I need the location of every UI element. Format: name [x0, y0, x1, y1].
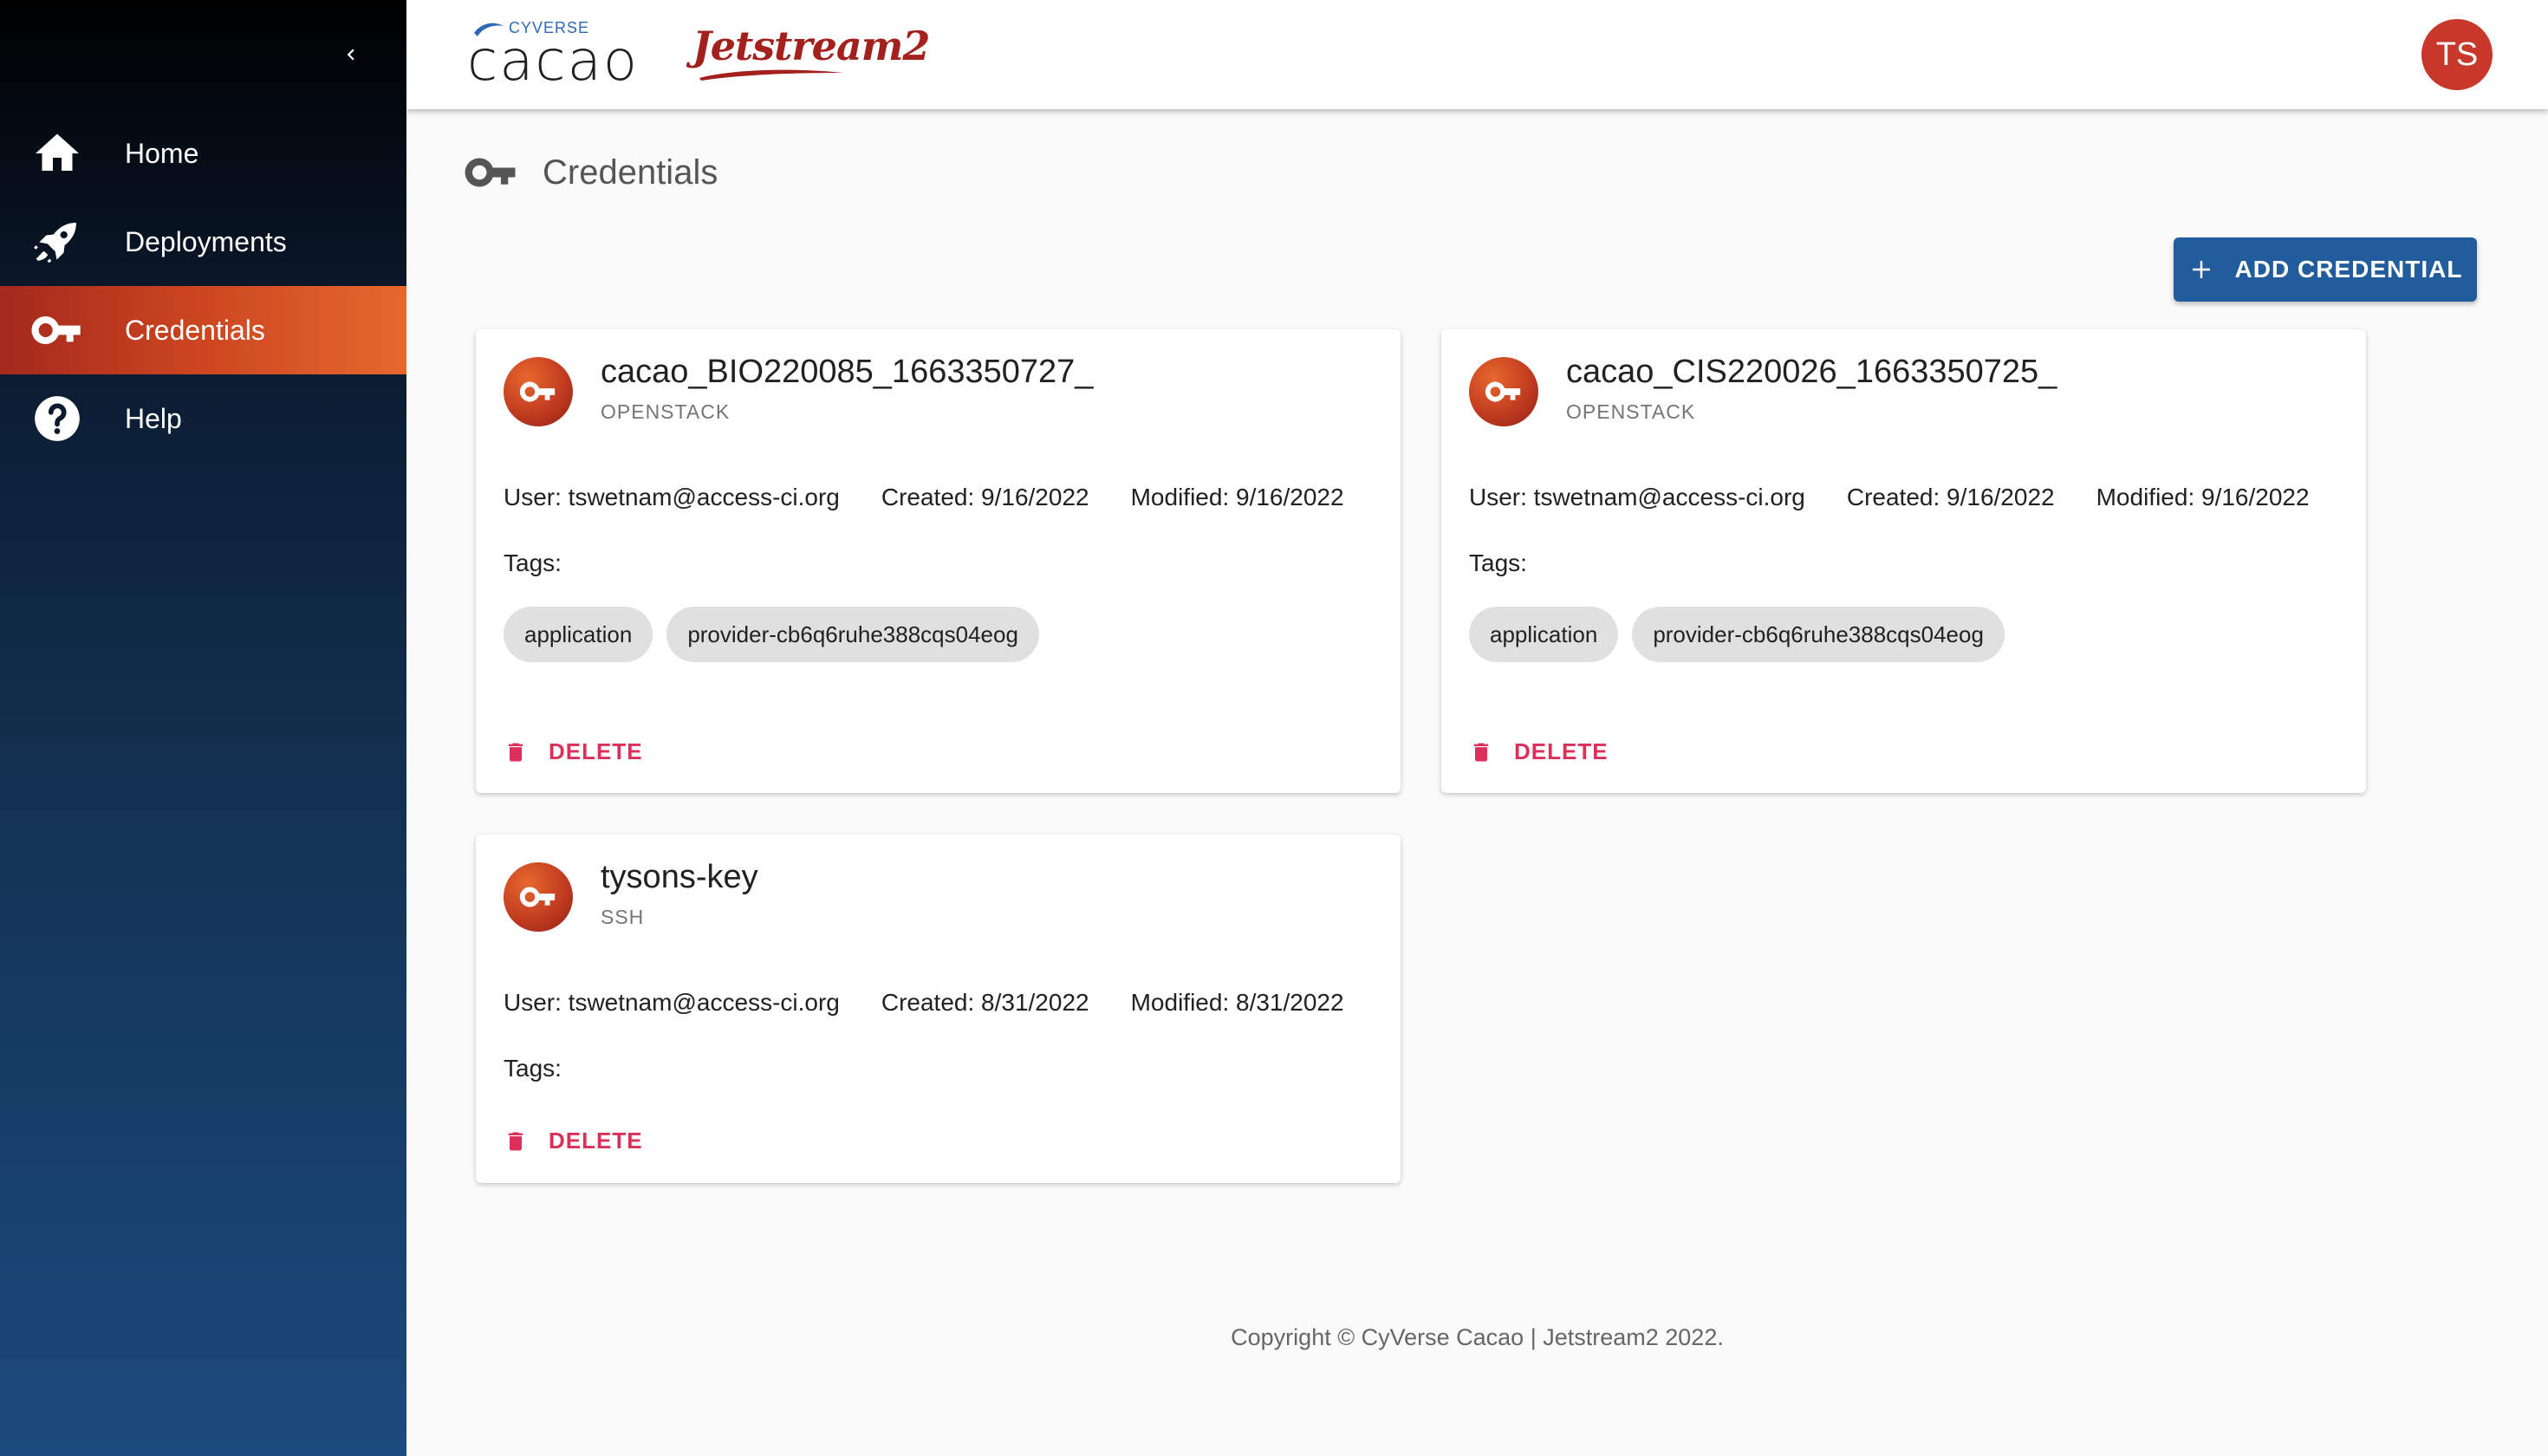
add-credential-button[interactable]: ADD CREDENTIAL	[2174, 237, 2477, 302]
tag-chip[interactable]: provider-cb6q6ruhe388cqs04eog	[1632, 607, 2005, 662]
jetstream-swoosh-icon	[699, 69, 843, 81]
credential-modified: Modified: 9/16/2022	[1130, 484, 1344, 510]
page-title: Credentials	[543, 153, 718, 192]
tag-list: application provider-cb6q6ruhe388cqs04eo…	[504, 607, 1053, 662]
credential-name: cacao_BIO220085_1663350727_	[601, 354, 1094, 390]
cacao-logo[interactable]: CYVERSE cacao	[467, 17, 640, 94]
credential-card: cacao_BIO220085_1663350727_ OPENSTACK Us…	[476, 329, 1401, 793]
delete-button[interactable]: DELETE	[497, 731, 650, 772]
sidebar-item-label: Credentials	[125, 314, 265, 346]
sidebar-item-home[interactable]: Home	[0, 109, 406, 198]
cacao-wordmark: cacao	[467, 29, 639, 94]
rocket-icon	[29, 214, 85, 270]
delete-button[interactable]: DELETE	[1462, 731, 1615, 772]
home-icon	[29, 126, 85, 181]
trash-icon	[1469, 739, 1493, 765]
add-credential-label: ADD CREDENTIAL	[2234, 256, 2463, 283]
sidebar-item-label: Help	[125, 402, 182, 434]
tag-list: application provider-cb6q6ruhe388cqs04eo…	[1469, 607, 2018, 662]
sidebar-nav: Home Deployments Credentials Help	[0, 109, 406, 463]
tag-chip[interactable]: provider-cb6q6ruhe388cqs04eog	[666, 607, 1039, 662]
credential-user: User: tswetnam@access-ci.org	[1469, 484, 1805, 510]
top-header: CYVERSE cacao Jetstream2 TS	[406, 0, 2548, 109]
credential-name: tysons-key	[601, 859, 758, 895]
user-avatar[interactable]: TS	[2421, 19, 2493, 90]
credential-name: cacao_CIS220026_1663350725_	[1566, 354, 2057, 390]
credential-created: Created: 9/16/2022	[1846, 484, 2055, 510]
plus-icon	[2188, 257, 2214, 283]
credential-type: OPENSTACK	[601, 400, 731, 423]
credential-card: tysons-key SSH User: tswetnam@access-ci.…	[476, 835, 1401, 1183]
page-header: Credentials	[463, 144, 718, 201]
delete-label: DELETE	[549, 1128, 643, 1154]
key-icon	[465, 158, 516, 187]
trash-icon	[504, 1128, 528, 1154]
credential-user: User: tswetnam@access-ci.org	[504, 484, 840, 510]
sidebar-item-credentials[interactable]: Credentials	[0, 286, 406, 374]
credential-meta: User: tswetnam@access-ci.org Created: 8/…	[504, 989, 1344, 1017]
sidebar-item-help[interactable]: Help	[0, 374, 406, 463]
sidebar-item-deployments[interactable]: Deployments	[0, 198, 406, 286]
sidebar: Home Deployments Credentials Help	[0, 0, 406, 1456]
credential-modified: Modified: 8/31/2022	[1130, 989, 1344, 1016]
credential-card: cacao_CIS220026_1663350725_ OPENSTACK Us…	[1441, 329, 2366, 793]
credential-modified: Modified: 9/16/2022	[2096, 484, 2310, 510]
sidebar-item-label: Home	[125, 137, 199, 169]
delete-label: DELETE	[1514, 738, 1609, 764]
chevron-left-icon	[347, 49, 354, 61]
key-icon	[504, 862, 573, 932]
jetstream-wordmark: Jetstream2	[692, 23, 930, 69]
credential-created: Created: 8/31/2022	[881, 989, 1089, 1016]
trash-icon	[504, 739, 528, 765]
tags-label: Tags:	[504, 549, 562, 576]
key-icon	[504, 357, 573, 426]
key-icon	[29, 302, 85, 358]
tags-label: Tags:	[1469, 549, 1527, 576]
footer-copyright: Copyright © CyVerse Cacao | Jetstream2 2…	[1231, 1324, 1724, 1350]
credential-meta: User: tswetnam@access-ci.org Created: 9/…	[1469, 484, 2310, 511]
credential-created: Created: 9/16/2022	[881, 484, 1089, 510]
credential-type: SSH	[601, 906, 645, 928]
tags-label: Tags:	[504, 1055, 562, 1082]
delete-button[interactable]: DELETE	[497, 1121, 650, 1161]
jetstream-logo[interactable]: Jetstream2	[692, 23, 930, 92]
tag-chip[interactable]: application	[504, 607, 653, 662]
key-icon	[1469, 357, 1538, 426]
credential-meta: User: tswetnam@access-ci.org Created: 9/…	[504, 484, 1344, 511]
tag-chip[interactable]: application	[1469, 607, 1619, 662]
sidebar-item-label: Deployments	[125, 225, 287, 257]
credential-user: User: tswetnam@access-ci.org	[504, 989, 840, 1016]
sidebar-collapse-button[interactable]	[329, 33, 373, 76]
help-icon	[29, 391, 85, 446]
credential-type: OPENSTACK	[1566, 400, 1696, 423]
delete-label: DELETE	[549, 738, 643, 764]
